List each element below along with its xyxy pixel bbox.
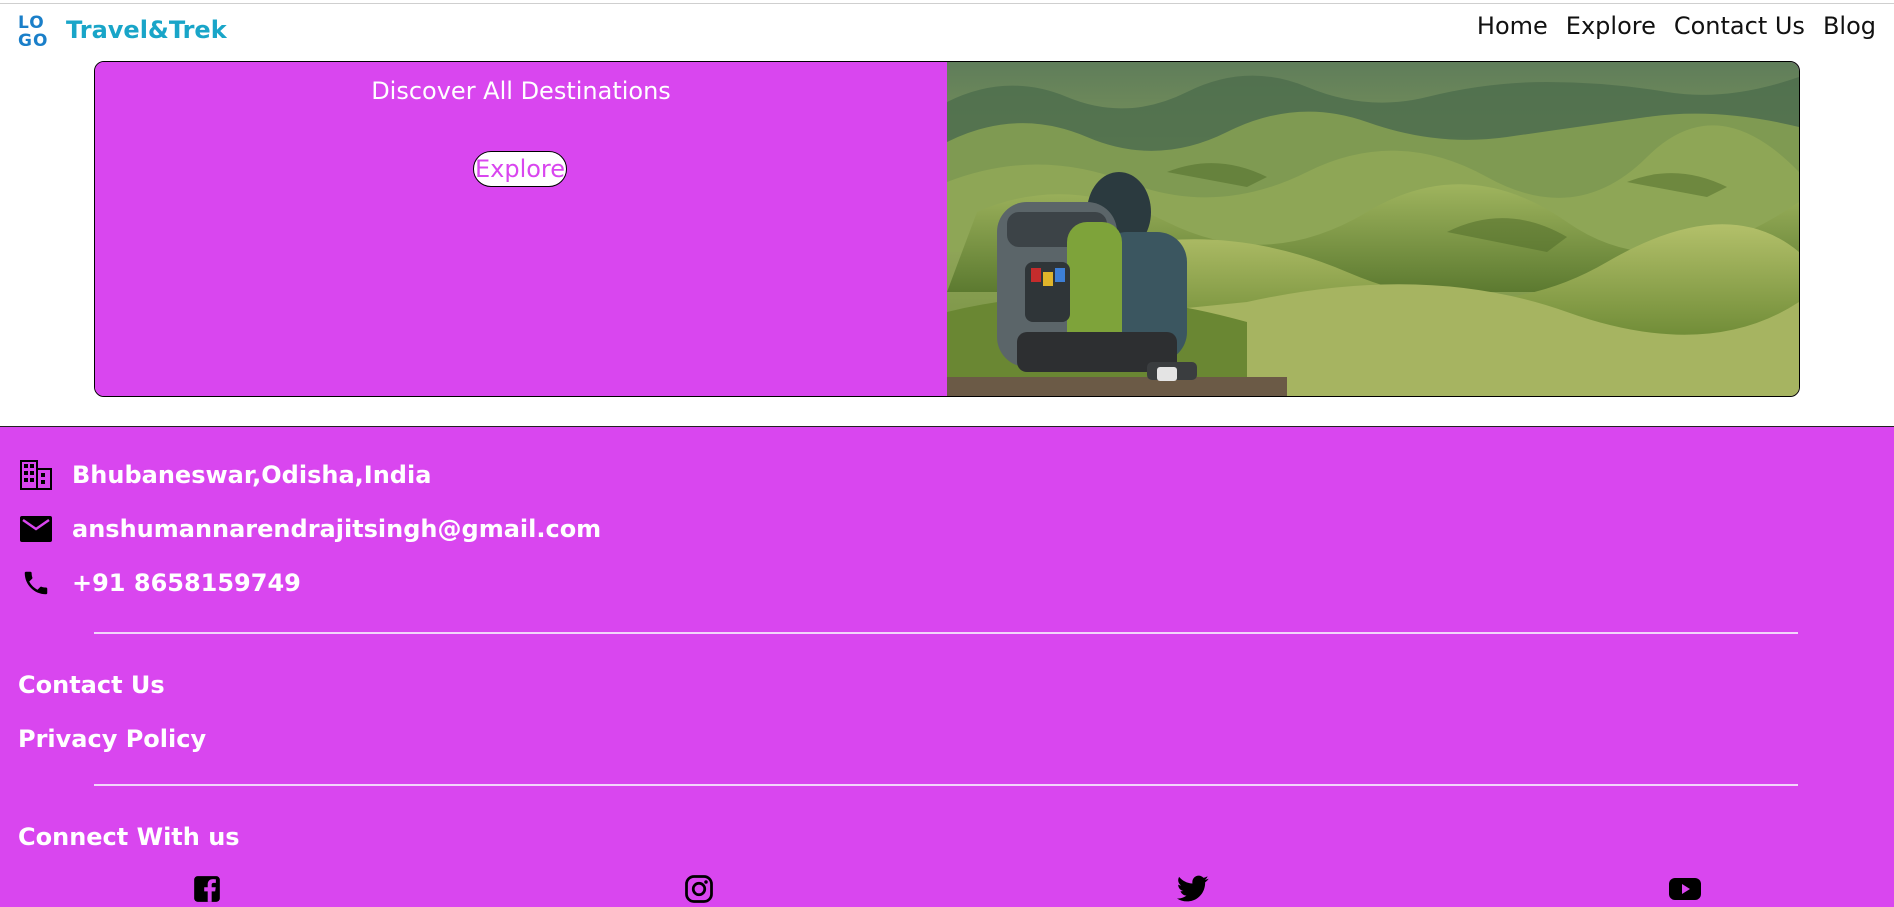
phone-row: +91 8658159749 [18,565,301,601]
instagram-icon[interactable] [682,872,716,906]
youtube-icon[interactable] [1668,872,1702,906]
phone-text[interactable]: +91 8658159749 [72,569,301,597]
footer-link-contact-us[interactable]: Contact Us [18,671,165,699]
main-nav: Home Explore Contact Us Blog [1477,12,1876,40]
site-header: LO GO Travel&Trek Home Explore Contact U… [0,4,1894,54]
explore-button[interactable]: Explore [473,151,567,187]
footer-divider [94,632,1798,634]
hero-title: Discover All Destinations [371,77,671,105]
nav-explore[interactable]: Explore [1566,12,1656,40]
twitter-icon[interactable] [1176,872,1210,906]
building-icon [18,457,54,493]
address-row: Bhubaneswar,Odisha,India [18,457,431,493]
nav-blog[interactable]: Blog [1823,12,1876,40]
logo-bottom: GO [18,31,49,51]
facebook-icon[interactable] [190,872,224,906]
hero-banner: Discover All Destinations Explore [94,61,1800,397]
brand-name[interactable]: Travel&Trek [66,16,227,44]
logo-top: LO [18,13,45,33]
address-text: Bhubaneswar,Odisha,India [72,461,432,489]
hero-image [947,62,1799,396]
footer-link-privacy-policy[interactable]: Privacy Policy [18,725,206,753]
phone-icon [18,565,54,601]
nav-home[interactable]: Home [1477,12,1548,40]
site-footer: Bhubaneswar,Odisha,India anshumannarendr… [0,426,1894,907]
nav-contact-us[interactable]: Contact Us [1674,12,1805,40]
email-row: anshumannarendrajitsingh@gmail.com [18,511,601,547]
hero-text-panel: Discover All Destinations Explore [95,62,947,396]
footer-divider [94,784,1798,786]
mail-icon [18,511,54,547]
connect-title: Connect With us [18,823,240,851]
logo[interactable]: LO GO [18,14,56,54]
email-text[interactable]: anshumannarendrajitsingh@gmail.com [72,515,601,543]
